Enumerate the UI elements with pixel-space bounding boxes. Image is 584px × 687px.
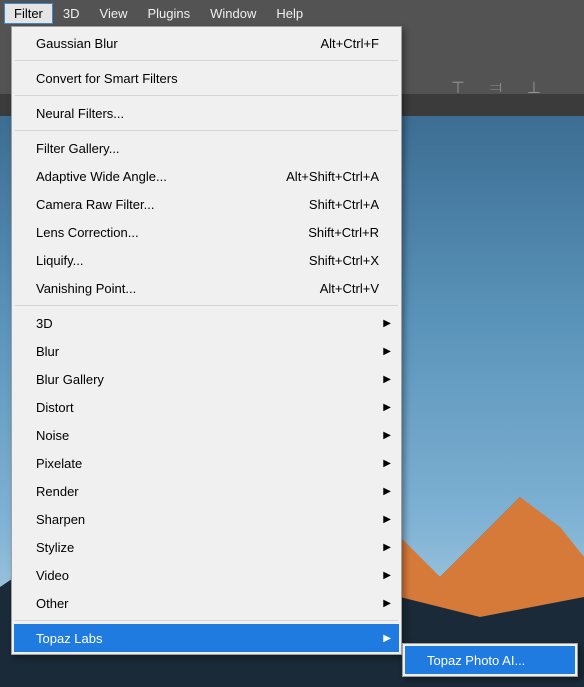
submenu-arrow-icon: ▶ (383, 633, 391, 644)
menu-item-3d[interactable]: 3D ▶ (14, 309, 399, 337)
menu-item-camera-raw-filter[interactable]: Camera Raw Filter... Shift+Ctrl+A (14, 190, 399, 218)
submenu-item-topaz-photo-ai[interactable]: Topaz Photo AI... (405, 646, 575, 674)
menu-item-vanishing-point[interactable]: Vanishing Point... Alt+Ctrl+V (14, 274, 399, 302)
menu-item-shortcut: Alt+Ctrl+F (320, 36, 379, 51)
menu-item-shortcut: Shift+Ctrl+A (309, 197, 379, 212)
menu-separator (15, 620, 398, 621)
menu-item-pixelate[interactable]: Pixelate ▶ (14, 449, 399, 477)
menu-item-shortcut: Shift+Ctrl+R (308, 225, 379, 240)
menu-item-label: Blur Gallery (36, 372, 104, 387)
menu-item-label: Pixelate (36, 456, 82, 471)
submenu-item-label: Topaz Photo AI... (427, 653, 525, 668)
menu-separator (15, 60, 398, 61)
menu-item-label: Noise (36, 428, 69, 443)
menu-item-adaptive-wide-angle[interactable]: Adaptive Wide Angle... Alt+Shift+Ctrl+A (14, 162, 399, 190)
menu-item-noise[interactable]: Noise ▶ (14, 421, 399, 449)
submenu-arrow-icon: ▶ (383, 346, 391, 357)
menubar-item-plugins[interactable]: Plugins (137, 3, 200, 24)
menu-item-label: Sharpen (36, 512, 85, 527)
submenu-arrow-icon: ▶ (383, 458, 391, 469)
menu-item-distort[interactable]: Distort ▶ (14, 393, 399, 421)
menu-item-blur-gallery[interactable]: Blur Gallery ▶ (14, 365, 399, 393)
menu-item-label: Stylize (36, 540, 74, 555)
menu-item-label: Topaz Labs (36, 631, 103, 646)
menu-item-gaussian-blur[interactable]: Gaussian Blur Alt+Ctrl+F (14, 29, 399, 57)
menu-item-lens-correction[interactable]: Lens Correction... Shift+Ctrl+R (14, 218, 399, 246)
menu-separator (15, 305, 398, 306)
menu-item-label: 3D (36, 316, 53, 331)
filter-menu-dropdown: Gaussian Blur Alt+Ctrl+F Convert for Smart… (11, 26, 402, 655)
menu-item-sharpen[interactable]: Sharpen ▶ (14, 505, 399, 533)
menu-item-stylize[interactable]: Stylize ▶ (14, 533, 399, 561)
menu-item-shortcut: Alt+Shift+Ctrl+A (286, 169, 379, 184)
menubar-item-view[interactable]: View (90, 3, 138, 24)
topaz-labs-submenu: Topaz Photo AI... (402, 643, 578, 677)
menu-item-filter-gallery[interactable]: Filter Gallery... (14, 134, 399, 162)
submenu-arrow-icon: ▶ (383, 402, 391, 413)
menu-item-label: Neural Filters... (36, 106, 124, 121)
menubar: Filter3DViewPluginsWindowHelp (0, 0, 584, 26)
menu-item-label: Camera Raw Filter... (36, 197, 154, 212)
menu-item-label: Lens Correction... (36, 225, 139, 240)
menubar-item-window[interactable]: Window (200, 3, 266, 24)
submenu-arrow-icon: ▶ (383, 598, 391, 609)
submenu-arrow-icon: ▶ (383, 486, 391, 497)
menu-item-liquify[interactable]: Liquify... Shift+Ctrl+X (14, 246, 399, 274)
menu-separator (15, 95, 398, 96)
submenu-arrow-icon: ▶ (383, 374, 391, 385)
submenu-arrow-icon: ▶ (383, 570, 391, 581)
menu-item-label: Filter Gallery... (36, 141, 120, 156)
menu-item-label: Other (36, 596, 69, 611)
menu-item-label: Distort (36, 400, 74, 415)
menu-item-video[interactable]: Video ▶ (14, 561, 399, 589)
submenu-arrow-icon: ▶ (383, 542, 391, 553)
menu-item-neural-filters[interactable]: Neural Filters... (14, 99, 399, 127)
menu-item-shortcut: Shift+Ctrl+X (309, 253, 379, 268)
menu-item-label: Blur (36, 344, 59, 359)
submenu-arrow-icon: ▶ (383, 318, 391, 329)
menu-item-label: Liquify... (36, 253, 83, 268)
submenu-arrow-icon: ▶ (383, 514, 391, 525)
menu-item-other[interactable]: Other ▶ (14, 589, 399, 617)
menu-item-label: Render (36, 484, 79, 499)
menu-item-label: Gaussian Blur (36, 36, 118, 51)
menu-item-label: Vanishing Point... (36, 281, 136, 296)
menu-item-convert-for-smart-filters[interactable]: Convert for Smart Filters (14, 64, 399, 92)
menubar-item-help[interactable]: Help (266, 3, 313, 24)
submenu-arrow-icon: ▶ (383, 430, 391, 441)
menubar-item-3d[interactable]: 3D (53, 3, 90, 24)
menu-item-label: Video (36, 568, 69, 583)
menu-item-render[interactable]: Render ▶ (14, 477, 399, 505)
menu-item-label: Convert for Smart Filters (36, 71, 178, 86)
menu-item-topaz-labs[interactable]: Topaz Labs ▶ (14, 624, 399, 652)
menu-item-shortcut: Alt+Ctrl+V (320, 281, 379, 296)
menu-item-blur[interactable]: Blur ▶ (14, 337, 399, 365)
menu-separator (15, 130, 398, 131)
menubar-item-filter[interactable]: Filter (4, 3, 53, 24)
menu-item-label: Adaptive Wide Angle... (36, 169, 167, 184)
